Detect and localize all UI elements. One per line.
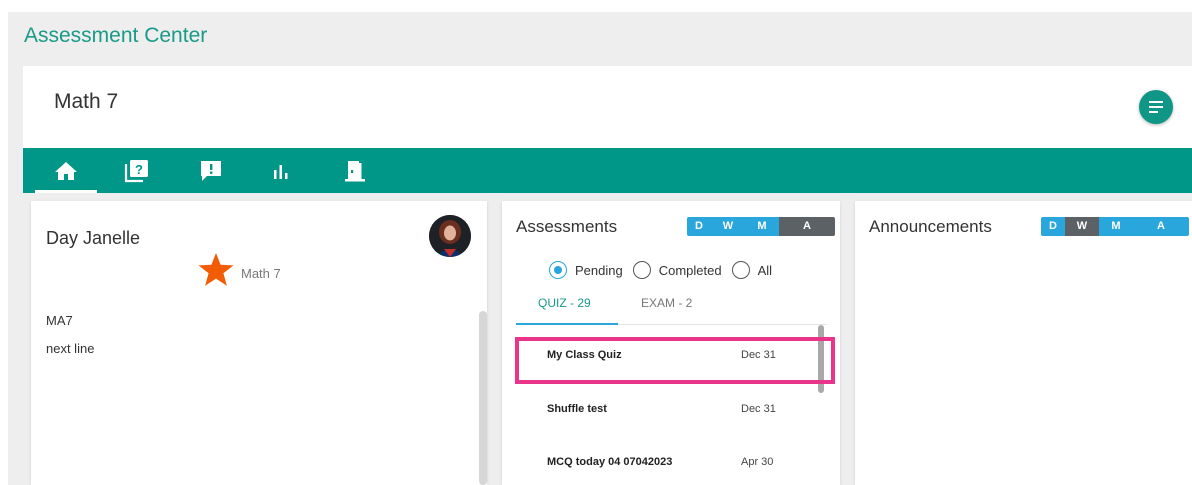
nav-reports[interactable] <box>265 148 297 193</box>
filter-month-button[interactable]: M <box>745 217 779 236</box>
announcements-title: Announcements <box>869 217 992 236</box>
bar-chart-icon <box>274 164 288 179</box>
assessment-type-tabs: QUIZ - 29 EXAM - 2 <box>516 293 827 325</box>
app-title: Assessment Center <box>24 24 208 47</box>
status-radio-group: Pending Completed All <box>549 261 782 279</box>
user-name: Day Janelle <box>46 228 141 248</box>
assessments-title: Assessments <box>516 217 618 236</box>
favorite-star-icon[interactable] <box>198 253 234 292</box>
menu-button[interactable] <box>1139 90 1173 124</box>
exclamation-chat-icon <box>201 160 221 181</box>
list-menu-icon <box>1149 101 1163 113</box>
item-name: MCQ today 04 07042023 <box>547 456 673 468</box>
radio-completed[interactable] <box>632 261 651 279</box>
filter-week-button[interactable]: W <box>1065 217 1099 236</box>
item-name: Shuffle test <box>547 403 607 415</box>
filter-day-button[interactable]: D <box>687 217 711 236</box>
item-date: Apr 30 <box>741 456 774 468</box>
assessments-period-filter: D W M A <box>687 217 835 236</box>
assessments-card: Assessments D W M A Pending Completed Al… <box>502 201 840 485</box>
filter-month-button[interactable]: M <box>1099 217 1133 236</box>
item-name: My Class Quiz <box>547 349 622 361</box>
radio-completed-label: Completed <box>658 262 722 278</box>
profile-note: next line <box>46 341 95 356</box>
tab-exam[interactable]: EXAM - 2 <box>641 293 692 325</box>
profile-card: Day Janelle Math 7 MA7 next line <box>31 201 487 485</box>
course-nav-bar: ? <box>23 148 1192 193</box>
announcements-period-filter: D W M A <box>1041 217 1189 236</box>
item-date: Dec 31 <box>741 403 776 415</box>
nav-exit[interactable] <box>339 148 371 193</box>
profile-course-code: MA7 <box>46 313 73 328</box>
exit-door-icon <box>345 160 365 181</box>
course-title: Math 7 <box>54 90 119 113</box>
item-date: Dec 31 <box>741 349 776 361</box>
radio-all[interactable] <box>731 261 750 279</box>
assessment-list-scrollbar[interactable] <box>818 325 824 393</box>
course-header: Math 7 <box>23 66 1192 148</box>
profile-course-label: Math 7 <box>241 266 281 281</box>
profile-scrollbar[interactable] <box>479 311 487 485</box>
avatar <box>429 215 471 257</box>
list-item[interactable]: My Class Quiz Dec 31 <box>516 336 816 376</box>
radio-all-label: All <box>757 262 773 278</box>
filter-all-button[interactable]: A <box>779 217 835 236</box>
list-item[interactable]: Shuffle test Dec 31 <box>516 390 816 430</box>
radio-pending[interactable] <box>549 261 567 279</box>
list-item[interactable]: MCQ today 04 07042023 Apr 30 <box>516 443 816 483</box>
question-book-icon: ? <box>124 159 148 182</box>
nav-announcements[interactable] <box>191 148 231 193</box>
nav-assessments[interactable]: ? <box>117 148 157 193</box>
tab-quiz[interactable]: QUIZ - 29 <box>516 293 618 325</box>
announcements-card: Announcements D W M A <box>855 201 1192 485</box>
person-photo-icon <box>429 215 471 257</box>
radio-pending-label: Pending <box>575 262 623 278</box>
filter-week-button[interactable]: W <box>711 217 745 236</box>
home-icon <box>55 161 77 180</box>
nav-home[interactable] <box>35 148 97 193</box>
filter-all-button[interactable]: A <box>1133 217 1189 236</box>
svg-text:?: ? <box>135 162 143 177</box>
filter-day-button[interactable]: D <box>1041 217 1065 236</box>
